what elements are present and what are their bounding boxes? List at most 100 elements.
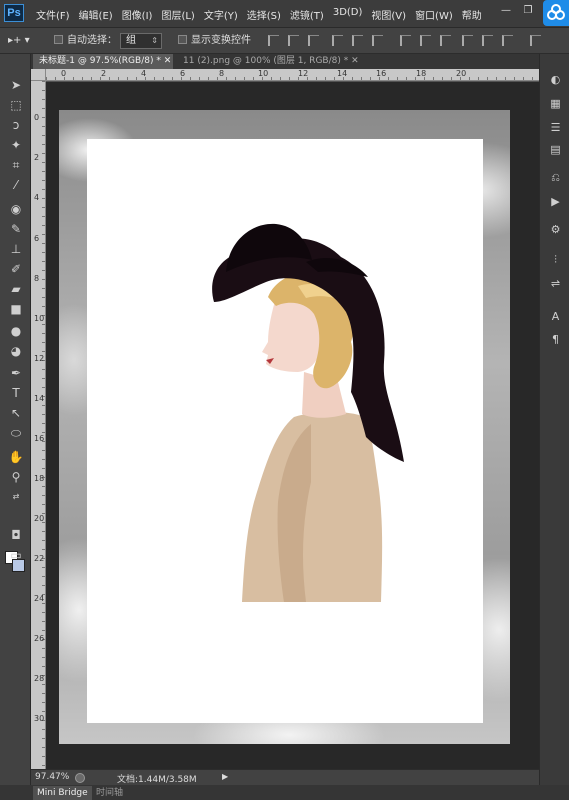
ruler-label: 16 (376, 69, 387, 78)
ruler-label: 12 (34, 354, 45, 363)
options-bar: ▸+ ▾ 自动选择： 组 显示变换控件 (0, 28, 569, 54)
magic-wand-icon[interactable]: ✦ (7, 136, 25, 154)
gradient-icon[interactable]: ■ (7, 300, 25, 318)
layers-icon[interactable]: ☰ (548, 120, 563, 135)
swap-colors-icon[interactable]: ⇄ (7, 488, 25, 506)
align-bottom-icon[interactable] (308, 35, 319, 46)
lasso-icon[interactable]: ↄ (7, 116, 25, 134)
ruler-origin[interactable] (31, 69, 46, 81)
menu-3d[interactable]: 3D(D) (333, 7, 363, 22)
move-icon[interactable]: ➤ (7, 76, 25, 94)
align-hcenter-icon[interactable] (352, 35, 363, 46)
distribute-right-icon[interactable] (502, 35, 513, 46)
menu-type[interactable]: 文字(Y) (204, 7, 238, 22)
screen-mode-icon[interactable]: ▭ (7, 546, 25, 564)
right-panel-dock: ◐ ▦ ☰ ▤ ⎌ ▶ ⚙ ⫶ ⇌ A ¶ (539, 54, 569, 785)
cloud-badge-icon[interactable] (543, 0, 569, 26)
status-icon[interactable] (75, 773, 85, 783)
adjustments-icon[interactable]: ⫶ (548, 252, 563, 267)
history-icon[interactable]: ⎌ (548, 170, 563, 185)
ruler-label: 10 (258, 69, 269, 78)
close-icon[interactable]: ✕ (351, 56, 359, 66)
actions-icon[interactable]: ▶ (548, 194, 563, 209)
ruler-label: 10 (34, 314, 45, 323)
ruler-label: 2 (34, 153, 40, 162)
menu-select[interactable]: 选择(S) (247, 7, 281, 22)
properties-icon[interactable]: ⚙ (548, 222, 563, 237)
swatches-icon[interactable]: ▦ (548, 96, 563, 111)
woman-with-hat-image (212, 223, 404, 602)
distribute-top-icon[interactable] (400, 35, 411, 46)
ruler-label: 8 (219, 69, 225, 78)
eraser-icon[interactable]: ▰ (7, 280, 25, 298)
brush-icon[interactable]: ✎ (7, 220, 25, 238)
minimize-icon[interactable]: — (495, 0, 517, 22)
distribute-bottom-icon[interactable] (440, 35, 451, 46)
menu-edit[interactable]: 编辑(E) (79, 7, 113, 22)
status-menu-arrow-icon[interactable]: ▶ (222, 772, 228, 781)
blur-icon[interactable]: ● (7, 322, 25, 340)
status-bar: 97.47% 文档:1.44M/3.58M ▶ (31, 769, 539, 785)
show-transform-label: 显示变换控件 (191, 35, 251, 46)
canvas-workspace[interactable] (46, 82, 539, 769)
quick-mask-icon[interactable]: ◘ (7, 526, 25, 544)
sliders-icon[interactable]: ⇌ (548, 276, 563, 291)
healing-brush-icon[interactable]: ◉ (7, 200, 25, 218)
distribute-left-icon[interactable] (462, 35, 473, 46)
menu-filter[interactable]: 滤镜(T) (290, 7, 324, 22)
stamp-icon[interactable]: ⊥ (7, 240, 25, 258)
tab-mini-bridge[interactable]: Mini Bridge (33, 786, 92, 800)
ruler-label: 18 (34, 474, 45, 483)
tools-panel: ➤ ⬚ ↄ ✦ ⌗ ⁄ ◉ ✎ ⊥ ✐ ▰ ■ ● ◕ ✒ T ↖ ⬭ ✋ ⚲ … (0, 54, 31, 785)
ruler-label: 0 (61, 69, 67, 78)
hand-icon[interactable]: ✋ (7, 448, 25, 466)
menu-layer[interactable]: 图层(L) (161, 7, 194, 22)
align-left-icon[interactable] (332, 35, 343, 46)
channels-icon[interactable]: ▤ (548, 142, 563, 157)
history-brush-icon[interactable]: ✐ (7, 260, 25, 278)
menu-help[interactable]: 帮助 (462, 7, 482, 22)
align-vcenter-icon[interactable] (288, 35, 299, 46)
pen-icon[interactable]: ✒ (7, 364, 25, 382)
ruler-label: 18 (416, 69, 427, 78)
ruler-label: 0 (34, 113, 40, 122)
auto-select-label: 自动选择： (67, 35, 117, 46)
type-icon[interactable]: T (7, 384, 25, 402)
close-icon[interactable]: ✕ (164, 56, 172, 66)
tab-timeline[interactable]: 时间轴 (92, 786, 127, 800)
align-top-icon[interactable] (268, 35, 279, 46)
menu-view[interactable]: 视图(V) (371, 7, 406, 22)
document-tab[interactable]: 11 (2).png @ 100% (图层 1, RGB/8) * ✕ (177, 54, 377, 69)
ruler-label: 2 (101, 69, 107, 78)
auto-select-checkbox[interactable]: 自动选择： (54, 33, 117, 49)
menu-window[interactable]: 窗口(W) (415, 7, 453, 22)
path-select-icon[interactable]: ↖ (7, 404, 25, 422)
vertical-ruler[interactable]: 0 2 4 6 8 10 12 14 16 18 20 22 24 26 28 … (31, 81, 46, 769)
color-icon[interactable]: ◐ (548, 72, 563, 87)
move-tool-preset-icon[interactable]: ▸+ ▾ (8, 33, 30, 49)
restore-icon[interactable]: ❐ (517, 0, 539, 22)
auto-select-dropdown[interactable]: 组 (120, 33, 162, 49)
marquee-icon[interactable]: ⬚ (7, 96, 25, 114)
ruler-label: 16 (34, 434, 45, 443)
distribute-hcenter-icon[interactable] (482, 35, 493, 46)
eyedropper-icon[interactable]: ⁄ (7, 176, 25, 194)
document-size[interactable]: 文档:1.44M/3.58M (117, 772, 197, 785)
menu-file[interactable]: 文件(F) (36, 7, 70, 22)
bottom-panel-tabs: Mini Bridge 时间轴 (0, 785, 569, 800)
document-tab-active[interactable]: 未标题-1 @ 97.5%(RGB/8) * ✕ (33, 54, 173, 69)
checkbox-icon (178, 35, 187, 44)
align-right-icon[interactable] (372, 35, 383, 46)
horizontal-ruler[interactable]: 0 2 4 6 8 10 12 14 16 18 20 (46, 69, 539, 81)
auto-align-icon[interactable] (530, 35, 541, 46)
dodge-icon[interactable]: ◕ (7, 342, 25, 360)
distribute-vcenter-icon[interactable] (420, 35, 431, 46)
menu-image[interactable]: 图像(I) (122, 7, 153, 22)
ellipse-icon[interactable]: ⬭ (7, 424, 25, 442)
character-icon[interactable]: A (548, 309, 563, 324)
show-transform-checkbox[interactable]: 显示变换控件 (178, 33, 251, 49)
zoom-level[interactable]: 97.47% (35, 772, 69, 782)
crop-icon[interactable]: ⌗ (7, 156, 25, 174)
zoom-icon[interactable]: ⚲ (7, 468, 25, 486)
paragraph-icon[interactable]: ¶ (548, 332, 563, 347)
